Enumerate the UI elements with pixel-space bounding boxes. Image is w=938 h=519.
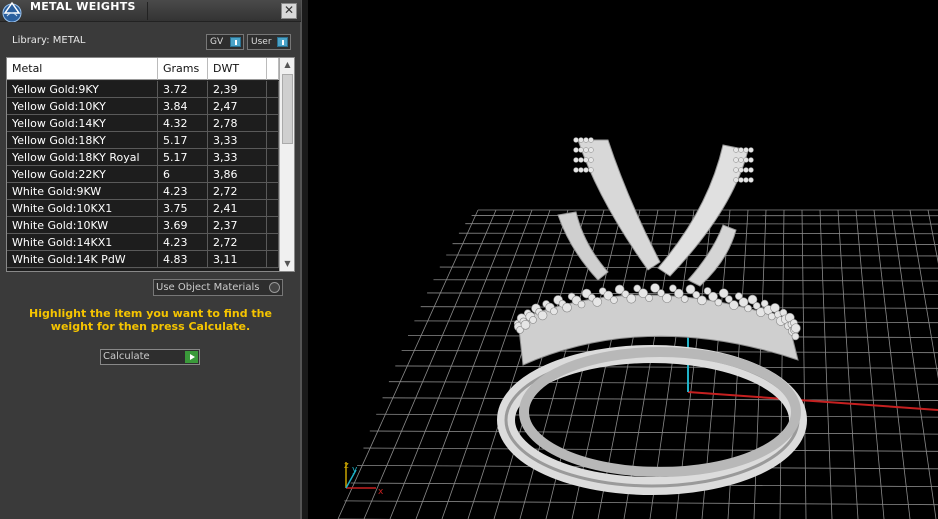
calculate-button[interactable]: Calculate	[100, 349, 200, 365]
cell-empty	[267, 81, 279, 98]
panel-splitter[interactable]	[301, 0, 308, 519]
3d-viewport[interactable]: x z y	[308, 0, 938, 519]
cell-metal: Yellow Gold:22KY	[7, 166, 158, 183]
cell-empty	[267, 217, 279, 234]
cell-dwt: 2,39	[208, 81, 267, 98]
table-row-partial	[7, 269, 279, 271]
table-row[interactable]: Yellow Gold:9KY 3.72 2,39	[7, 81, 279, 98]
cell-dwt: 2,72	[208, 183, 267, 200]
table-header: Metal Grams DWT	[7, 58, 279, 80]
scroll-down-arrow-icon[interactable]: ▼	[280, 257, 294, 271]
scroll-thumb[interactable]	[282, 74, 293, 144]
close-button[interactable]: ✕	[281, 3, 297, 19]
calculate-label: Calculate	[103, 351, 150, 362]
cell-metal: Yellow Gold:18KY	[7, 132, 158, 149]
title-divider	[147, 2, 148, 20]
table-row[interactable]: White Gold:10KW 3.69 2,37	[7, 217, 279, 234]
radio-icon	[269, 282, 280, 293]
header-metal[interactable]: Metal	[7, 58, 158, 80]
gv-toggle[interactable]: GV	[206, 34, 244, 50]
library-label: Library: METAL	[12, 35, 86, 46]
table-scrollbar[interactable]: ▲ ▼	[279, 58, 294, 271]
header-empty	[267, 58, 279, 80]
cell-empty	[267, 251, 279, 268]
ring-band-inner	[519, 347, 801, 477]
gizmo-x-label: x	[378, 487, 384, 497]
gizmo-y-label: y	[352, 465, 358, 475]
table-row[interactable]: Yellow Gold:18KY 5.17 3,33	[7, 132, 279, 149]
play-arrow-icon	[185, 351, 198, 363]
cell-empty	[267, 166, 279, 183]
instruction-text: Highlight the item you want to find the …	[29, 307, 272, 333]
metal-weights-panel: METAL WEIGHTS ✕ Library: METAL GV User M…	[0, 0, 301, 519]
scroll-up-arrow-icon[interactable]: ▲	[280, 58, 294, 72]
cell-empty	[267, 115, 279, 132]
cell-grams: 4.32	[158, 115, 208, 132]
gv-toggle-knob-icon	[230, 37, 241, 47]
user-toggle-knob-icon	[277, 37, 288, 47]
app-logo-icon	[2, 1, 22, 22]
table-row[interactable]: Yellow Gold:14KY 4.32 2,78	[7, 115, 279, 132]
cell-metal: Yellow Gold:9KY	[7, 81, 158, 98]
cell-empty	[267, 200, 279, 217]
table-row[interactable]: White Gold:14KX1 4.23 2,72	[7, 234, 279, 251]
cell-metal: White Gold:14KX1	[7, 234, 158, 251]
cell-metal: White Gold:9KW	[7, 183, 158, 200]
x-axis-line	[687, 391, 938, 411]
user-toggle[interactable]: User	[247, 34, 291, 50]
prong-right	[657, 144, 749, 277]
cell-grams: 4.23	[158, 183, 208, 200]
cell-grams: 3.84	[158, 98, 208, 115]
cell-grams: 3.72	[158, 81, 208, 98]
cell-dwt: 3,86	[208, 166, 267, 183]
cell-grams: 4.23	[158, 234, 208, 251]
gv-toggle-label: GV	[210, 37, 224, 47]
cell-grams: 3.75	[158, 200, 208, 217]
metal-table: Metal Grams DWT Yellow Gold:9KY 3.72 2,39 Y…	[6, 57, 295, 272]
panel-title: METAL WEIGHTS	[30, 0, 136, 13]
cell-metal: White Gold:14K PdW	[7, 251, 158, 268]
table-row[interactable]: Yellow Gold:10KY 3.84 2,47	[7, 98, 279, 115]
header-dwt[interactable]: DWT	[208, 58, 267, 80]
table-row[interactable]: White Gold:10KX1 3.75 2,41	[7, 200, 279, 217]
cell-dwt: 2,41	[208, 200, 267, 217]
panel-titlebar[interactable]: METAL WEIGHTS ✕	[0, 0, 301, 22]
cell-metal: White Gold:10KW	[7, 217, 158, 234]
cell-empty	[267, 183, 279, 200]
gizmo-z-label: z	[344, 461, 349, 471]
cell-dwt: 3,11	[208, 251, 267, 268]
cell-grams: 5.17	[158, 149, 208, 166]
cell-dwt: 2,47	[208, 98, 267, 115]
table-row[interactable]: White Gold:14K PdW 4.83 3,11	[7, 251, 279, 268]
cell-metal: Yellow Gold:10KY	[7, 98, 158, 115]
table-row[interactable]: Yellow Gold:22KY 6 3,86	[7, 166, 279, 183]
cell-dwt: 3,33	[208, 149, 267, 166]
viewport-canvas: x z y	[337, 137, 938, 519]
ring-model[interactable]	[497, 137, 807, 495]
use-object-materials-button[interactable]: Use Object Materials	[153, 279, 283, 296]
cell-metal: Yellow Gold:18KY Royal	[7, 149, 158, 166]
user-toggle-label: User	[251, 37, 272, 47]
cell-grams: 6	[158, 166, 208, 183]
cell-dwt: 3,33	[208, 132, 267, 149]
cell-dwt: 2,72	[208, 234, 267, 251]
cell-empty	[267, 132, 279, 149]
cell-empty	[267, 98, 279, 115]
header-grams[interactable]: Grams	[158, 58, 208, 80]
cell-metal: Yellow Gold:14KY	[7, 115, 158, 132]
cell-empty	[267, 234, 279, 251]
cell-grams: 4.83	[158, 251, 208, 268]
use-object-materials-label: Use Object Materials	[156, 282, 260, 293]
table-row[interactable]: Yellow Gold:18KY Royal 5.17 3,33	[7, 149, 279, 166]
cell-dwt: 2,37	[208, 217, 267, 234]
cell-empty	[267, 149, 279, 166]
cell-grams: 5.17	[158, 132, 208, 149]
cell-metal: White Gold:10KX1	[7, 200, 158, 217]
table-row[interactable]: White Gold:9KW 4.23 2,72	[7, 183, 279, 200]
cell-grams: 3.69	[158, 217, 208, 234]
cell-dwt: 2,78	[208, 115, 267, 132]
